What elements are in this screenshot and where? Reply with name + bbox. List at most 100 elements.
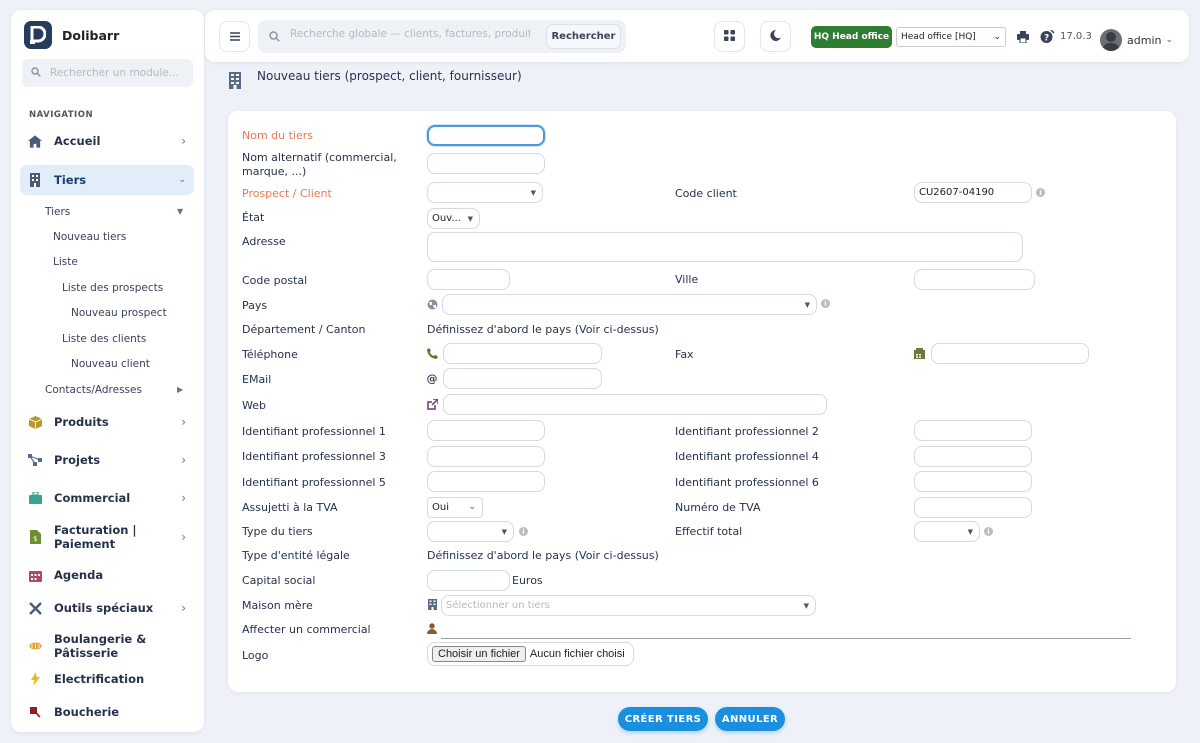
print-icon[interactable]	[1017, 31, 1029, 46]
calendar-icon	[28, 568, 42, 582]
label-commercial: Affecter un commercial	[242, 623, 371, 636]
chevron-down-icon: ⌄	[993, 32, 1001, 42]
web-input[interactable]	[443, 394, 827, 415]
tva-select[interactable]: Oui ⌄	[427, 497, 483, 518]
dolibarr-logo-icon	[24, 21, 52, 49]
search-button[interactable]: Rechercher	[546, 24, 621, 49]
info-icon[interactable]: i	[984, 527, 993, 536]
sidebar: Dolibarr NAVIGATION Accueil › Tiers ⌄ Ti…	[11, 10, 204, 732]
grid-icon	[724, 29, 735, 44]
effectif-select[interactable]: ▼	[914, 521, 980, 542]
adresse-textarea[interactable]	[427, 232, 1023, 262]
cancel-button[interactable]: ANNULER	[715, 707, 785, 731]
svg-text:?: ?	[1044, 34, 1049, 44]
sidebar-item-outils[interactable]: Outils spéciaux ›	[20, 593, 194, 623]
sidebar-item-label: Produits	[54, 415, 109, 429]
sidebar-item-accueil[interactable]: Accueil ›	[20, 126, 194, 156]
building-icon	[426, 598, 438, 610]
label-etat: État	[242, 211, 265, 224]
logo-file-input[interactable]: Choisir un fichier Aucun fichier choisi	[427, 642, 634, 666]
help-icon[interactable]: ?	[1040, 29, 1055, 47]
topbar: Rechercher HQ Head office Head office [H…	[205, 10, 1189, 62]
svg-text:$: $	[33, 535, 37, 543]
etat-select[interactable]: Ouv... ▼	[427, 208, 480, 229]
sidebar-item-projets[interactable]: Projets ›	[20, 445, 194, 475]
sidebar-item-boulangerie[interactable]: Boulangerie & Pâtisserie	[20, 631, 194, 661]
sidebar-item-commercial[interactable]: Commercial ›	[20, 483, 194, 513]
code-client-input[interactable]: CU2607-04190	[914, 182, 1032, 203]
id-prof-6-input[interactable]	[914, 471, 1032, 492]
label-departement: Département / Canton	[242, 323, 366, 336]
fax-input[interactable]	[931, 343, 1089, 364]
caret-down-icon: ▼	[467, 215, 473, 223]
meat-icon	[28, 705, 42, 719]
page-title: Nouveau tiers (prospect, client, fournis…	[257, 69, 522, 83]
prospect-client-select[interactable]: ▼	[427, 182, 543, 203]
sidebar-item-label: Boulangerie & Pâtisserie	[54, 632, 147, 660]
maison-mere-select[interactable]: Sélectionner un tiers ▼	[441, 595, 816, 616]
apps-button[interactable]	[714, 21, 745, 52]
nom-tiers-input[interactable]	[427, 125, 545, 146]
label-email: EMail	[242, 373, 272, 386]
sidebar-sub-nouveau-tiers[interactable]: Nouveau tiers	[53, 231, 126, 243]
caret-down-icon: ▼	[501, 528, 507, 536]
caret-right-icon[interactable]: ▶	[177, 385, 183, 394]
sidebar-sub-nouveau-client[interactable]: Nouveau client	[71, 358, 150, 370]
sidebar-sub-contacts[interactable]: Contacts/Adresses	[45, 384, 142, 396]
id-prof-2-input[interactable]	[914, 420, 1032, 441]
commercial-multiselect[interactable]	[441, 638, 1131, 639]
label-id-prof-3: Identifiant professionnel 3	[242, 450, 386, 463]
pays-select[interactable]: ▼	[442, 294, 817, 315]
label-prospect-client: Prospect / Client	[242, 187, 332, 200]
global-search-input[interactable]	[290, 28, 530, 40]
brand-name: Dolibarr	[62, 27, 120, 43]
label-type-entite: Type d'entité légale	[242, 549, 350, 562]
sidebar-item-electrification[interactable]: Electrification	[20, 664, 194, 694]
sidebar-item-label: Outils spéciaux	[54, 601, 154, 615]
bill-icon: $	[28, 530, 42, 544]
tva-value: Oui	[432, 502, 449, 513]
sidebar-item-tiers[interactable]: Tiers ⌄	[20, 165, 194, 195]
sidebar-sub-liste-clients[interactable]: Liste des clients	[62, 333, 146, 345]
id-prof-5-input[interactable]	[427, 471, 545, 492]
id-prof-4-input[interactable]	[914, 446, 1032, 467]
caret-down-icon[interactable]: ▼	[177, 207, 183, 216]
globe-icon	[426, 298, 438, 310]
telephone-input[interactable]	[443, 343, 602, 364]
module-search-input[interactable]	[50, 67, 190, 79]
sidebar-sub-tiers[interactable]: Tiers	[45, 206, 70, 218]
info-icon[interactable]: i	[821, 299, 830, 308]
type-tiers-select[interactable]: ▼	[427, 521, 514, 542]
brand[interactable]: Dolibarr	[24, 21, 119, 49]
id-prof-1-input[interactable]	[427, 420, 545, 441]
user-menu[interactable]: admin ⌄	[1100, 29, 1173, 51]
create-tiers-button[interactable]: CRÉER TIERS	[618, 707, 708, 731]
num-tva-input[interactable]	[914, 497, 1032, 518]
email-input[interactable]	[443, 368, 602, 389]
menu-toggle-button[interactable]	[219, 21, 250, 52]
chevron-down-icon: ⌄	[178, 175, 186, 185]
choose-file-button[interactable]: Choisir un fichier	[432, 646, 526, 662]
sidebar-sub-liste[interactable]: Liste	[53, 256, 78, 268]
info-icon[interactable]: i	[1036, 188, 1045, 197]
dark-mode-button[interactable]	[760, 21, 791, 52]
code-postal-input[interactable]	[427, 269, 510, 290]
id-prof-3-input[interactable]	[427, 446, 545, 467]
sidebar-item-agenda[interactable]: Agenda	[20, 560, 194, 590]
global-search[interactable]: Rechercher	[258, 20, 626, 53]
label-id-prof-4: Identifiant professionnel 4	[675, 450, 819, 463]
sidebar-item-produits[interactable]: Produits ›	[20, 407, 194, 437]
type-entite-hint: Définissez d'abord le pays (Voir ci-dess…	[427, 549, 659, 562]
ville-input[interactable]	[914, 269, 1035, 290]
sidebar-sub-liste-prospects[interactable]: Liste des prospects	[62, 282, 163, 294]
module-search[interactable]	[22, 59, 193, 87]
nom-alternatif-input[interactable]	[427, 153, 545, 174]
sidebar-item-facturation[interactable]: $ Facturation | Paiement ›	[20, 522, 194, 552]
sidebar-item-boucherie[interactable]: Boucherie	[20, 697, 194, 727]
sidebar-sub-nouveau-prospect[interactable]: Nouveau prospect	[71, 307, 167, 319]
capital-input[interactable]	[427, 570, 510, 591]
entity-select[interactable]: Head office [HQ] ⌄	[896, 27, 1006, 47]
hamburger-icon	[229, 30, 240, 44]
briefcase-icon	[28, 491, 42, 505]
info-icon[interactable]: i	[519, 527, 528, 536]
